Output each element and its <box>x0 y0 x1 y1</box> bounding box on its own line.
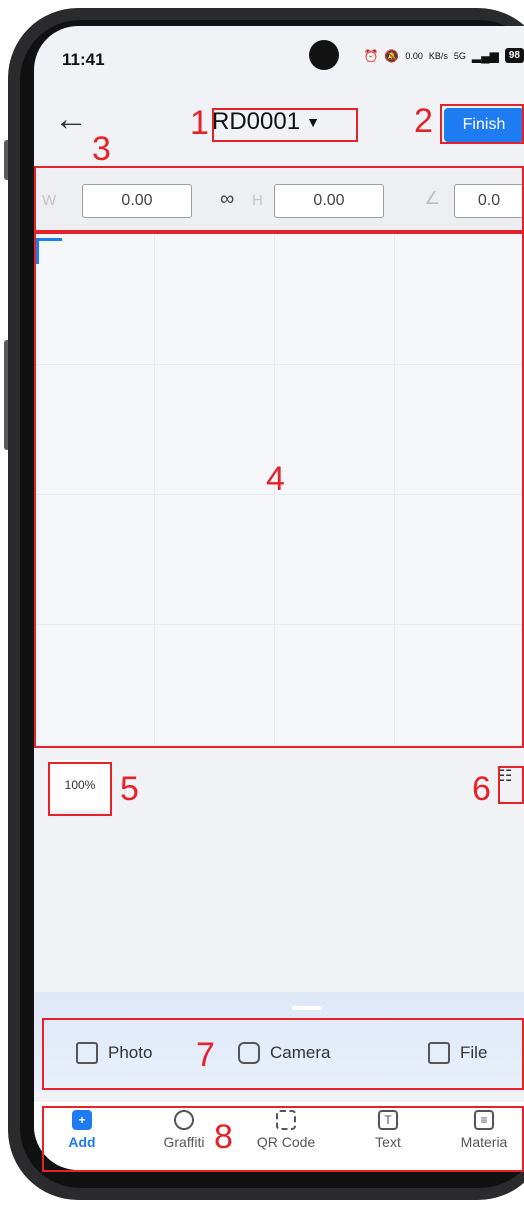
alarm-icon: ⏰ <box>363 48 379 63</box>
annotation-1: 1 <box>190 104 209 142</box>
annotation-5: 5 <box>120 770 139 808</box>
annotation-box-dimension-bar <box>34 166 524 232</box>
annotation-7: 7 <box>196 1036 215 1074</box>
signal-icon: ▂▄▆ <box>471 48 499 63</box>
annotation-box-source-panel <box>42 1018 524 1090</box>
network-label: 5G <box>453 50 466 61</box>
mute-icon: 🔕 <box>384 48 400 63</box>
annotation-4: 4 <box>266 460 285 498</box>
annotation-6: 6 <box>472 770 491 808</box>
status-bar: 11:41 ⏰ 🔕 0.00 KB/s 5G ▂▄▆ 98 <box>34 26 524 96</box>
annotation-box-title <box>212 108 358 142</box>
annotation-box-finish <box>440 104 524 144</box>
annotation-8: 8 <box>214 1118 233 1156</box>
annotation-box-nav <box>42 1106 524 1172</box>
battery-icon: 98 <box>504 48 524 63</box>
annotation-2: 2 <box>414 102 433 140</box>
back-arrow-icon[interactable]: ← <box>54 100 88 139</box>
status-time: 11:41 <box>62 50 105 69</box>
status-icons: ⏰ 🔕 0.00 KB/s 5G ▂▄▆ 98 <box>363 48 524 63</box>
annotation-3: 3 <box>92 130 111 168</box>
annotation-box-layers <box>498 766 524 804</box>
drag-handle[interactable] <box>292 1006 322 1010</box>
annotation-box-zoom <box>48 762 112 816</box>
speed-value: 0.00 <box>405 50 423 61</box>
speed-unit: KB/s <box>428 50 448 61</box>
